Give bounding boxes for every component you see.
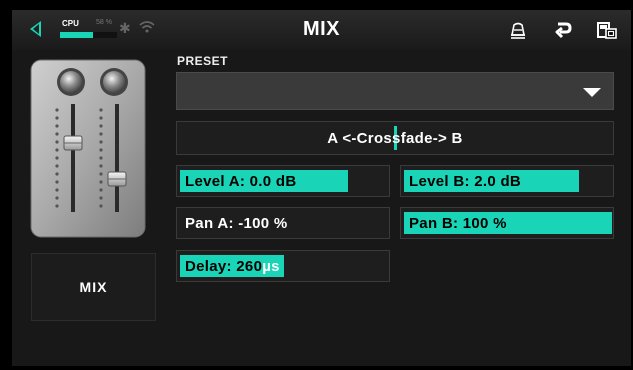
preset-dropdown[interactable] [176,72,614,110]
delay-value: Delay: 260 [185,258,263,275]
delay-slider[interactable]: Delay: 260µs [176,250,390,282]
page-title: MIX [302,18,341,40]
crossfade-slider[interactable]: A <-Crossfade-> B [176,121,614,155]
level-b-slider[interactable]: Level B: 2.0 dB [400,165,614,197]
pan-b-slider[interactable]: Pan B: 100 % [400,207,614,239]
device-name: MIX [79,279,108,295]
pan-b-text: Pan B: 100 % [409,215,507,232]
crossfade-label: A <-Crossfade-> B [327,130,463,147]
pan-a-label: Pan A: -100 % [185,215,288,232]
preset-icon[interactable] [596,20,617,40]
pan-a-slider[interactable]: Pan A: -100 % [176,207,390,239]
top-bar: CPU 58 % ✱ MIX [12,10,631,50]
level-b-label: Level B: 2.0 dB [409,173,522,190]
delay-unit: µs [262,258,280,275]
level-a-slider[interactable]: Level A: 0.0 dB [176,165,390,197]
level-a-label: Level A: 0.0 dB [185,173,297,190]
return-icon[interactable] [553,20,573,40]
chevron-down-icon [583,88,601,97]
mixer-device-image [29,58,147,239]
tuner-icon[interactable] [508,20,528,40]
preset-label: PRESET [177,54,229,68]
pan-b-label: Pan B: 100 % [409,215,507,232]
delay-label: Delay: 260µs [185,258,280,275]
device-card[interactable]: MIX [31,253,156,321]
